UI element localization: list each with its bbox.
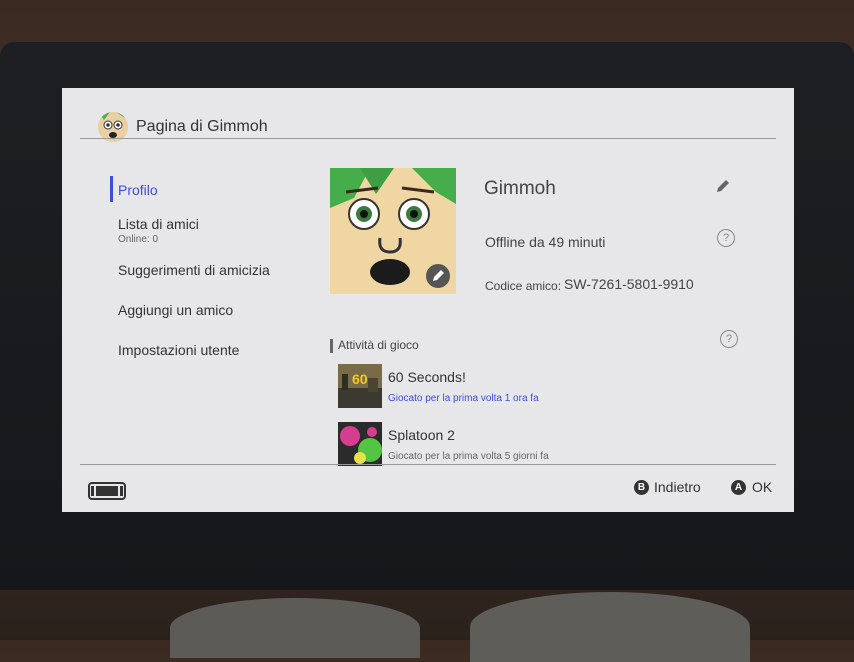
game-subtitle: Giocato per la prima volta 5 giorni fa [388,451,549,462]
pencil-icon [433,270,444,281]
pencil-icon [717,180,729,192]
friend-code-label: Codice amico: [485,279,562,293]
header: Pagina di Gimmoh [62,88,794,142]
background-knee-left [170,598,420,658]
game-subtitle: Giocato per la prima volta 1 ora fa [388,393,539,404]
active-indicator [110,176,113,202]
game-thumb-text: 60 [352,371,368,387]
sidebar-item-label: Suggerimenti di amicizia [118,262,270,278]
divider-bottom [80,464,776,465]
section-marker [330,339,333,353]
sidebar-item-label: Profilo [118,182,158,198]
b-button-icon: B [634,480,649,495]
edit-avatar-button[interactable] [426,264,450,288]
sidebar-item-suggerimenti[interactable]: Suggerimenti di amicizia [110,262,290,282]
sidebar-item-aggiungi[interactable]: Aggiungi un amico [110,302,290,322]
page-title: Pagina di Gimmoh [136,118,268,135]
back-label: Indietro [654,479,701,495]
friend-code: SW-7261-5801-9910 [564,276,694,292]
divider-top [80,138,776,139]
game-title: 60 Seconds! [388,369,466,385]
sidebar-item-impostazioni[interactable]: Impostazioni utente [110,342,290,362]
game-thumbnail [338,422,382,466]
sidebar-item-profilo[interactable]: Profilo [110,176,290,202]
help-icon[interactable]: ? [720,330,738,348]
console-icon [88,482,126,500]
online-count: Online: 0 [118,234,159,245]
section-title: Attività di gioco [338,338,419,352]
ok-label: OK [752,479,773,495]
a-button-icon: A [731,480,746,495]
screen: Pagina di Gimmoh Profilo Lista di amici … [62,88,794,512]
sidebar-item-label: Aggiungi un amico [118,302,234,318]
profile-avatar[interactable] [330,168,456,294]
background-knee-right [470,592,750,662]
sidebar-item-label: Lista di amici [118,216,199,232]
game-thumbnail: 60 [338,364,382,408]
sidebar-item-lista-amici[interactable]: Lista di amici Online: 0 [110,216,290,250]
sidebar-item-label: Impostazioni utente [118,342,240,358]
edit-name-button[interactable] [714,176,734,196]
username: Gimmoh [484,178,556,199]
online-status: Offline da 49 minuti [485,234,606,250]
help-icon[interactable]: ? [717,229,735,247]
game-title: Splatoon 2 [388,427,455,443]
